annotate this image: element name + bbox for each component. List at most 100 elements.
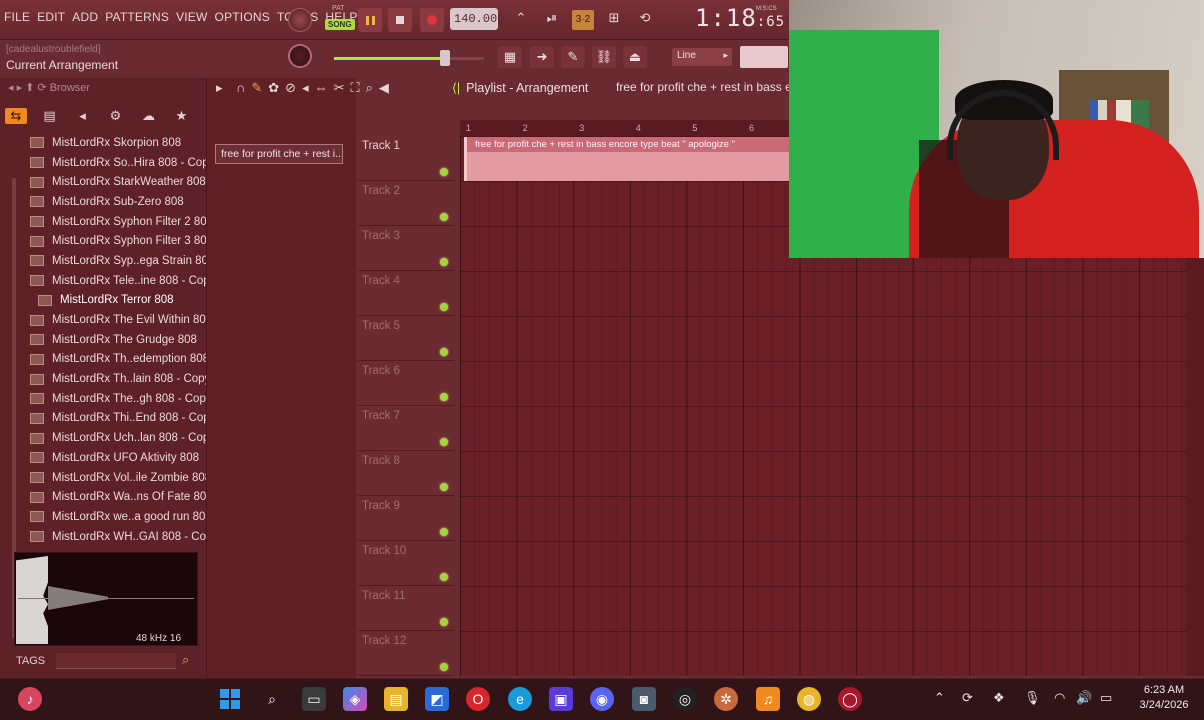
start-button[interactable] — [218, 687, 242, 711]
browser-plugin-icon[interactable]: ⚙ — [99, 108, 132, 124]
magnet-icon[interactable]: ∩ — [236, 80, 245, 96]
track-mute-led[interactable] — [440, 663, 448, 671]
browser-file-item[interactable]: MistLordRx The Grudge 808 — [26, 330, 202, 350]
browser-folder-icon[interactable]: ▤ — [33, 108, 66, 124]
brush-tool-button[interactable]: ✎ — [561, 46, 585, 68]
microphone-icon[interactable]: 🎙 — [1024, 690, 1041, 706]
browser-file-item[interactable]: MistLordRx Syphon Filter 3 808 — [26, 231, 213, 251]
menu-add[interactable]: ADD — [72, 10, 98, 24]
search-icon[interactable]: ⌕ — [260, 687, 284, 711]
track-mute-led[interactable] — [440, 528, 448, 536]
browser-file-item[interactable]: MistLordRx Tele..ine 808 - Copy — [26, 271, 215, 291]
menu-options[interactable]: OPTIONS — [215, 10, 270, 24]
browser-nav-icon[interactable]: ◂ ▸ ⬆ ⟳ — [8, 82, 50, 94]
playlist-menu-icon[interactable]: ▸ — [216, 80, 230, 96]
notification-app-icon[interactable]: ♪ — [18, 687, 42, 711]
track-mute-led[interactable] — [440, 168, 448, 176]
paint-tool-icon[interactable]: ✿ — [268, 80, 279, 96]
browser-file-item[interactable]: MistLordRx Vol..ile Zombie 808 — [26, 468, 211, 488]
battery-icon[interactable]: ▭ — [1100, 690, 1112, 706]
link-button[interactable]: ⛓ — [592, 46, 616, 68]
browser-collapse-icon[interactable]: ◂ — [66, 108, 99, 124]
track-mute-led[interactable] — [440, 393, 448, 401]
snap-select[interactable]: Line — [672, 48, 732, 66]
menu-view[interactable]: VIEW — [176, 10, 207, 24]
play-pause-button[interactable] — [358, 8, 382, 32]
browser-file-item[interactable]: MistLordRx So..Hira 808 - Copy — [26, 153, 214, 173]
loop-record-icon[interactable]: ⟲ — [634, 10, 656, 30]
track-header[interactable]: Track 7 — [358, 406, 454, 451]
browser-file-item[interactable]: MistLordRx Wa..ns Of Fate 808 — [26, 487, 213, 507]
chrome-icon[interactable]: ◍ — [797, 687, 821, 711]
browser-file-item[interactable]: MistLordRx Thi..End 808 - Copy — [26, 409, 215, 429]
tray-chevron-icon[interactable]: ⌃ — [934, 690, 945, 706]
browser-file-item[interactable]: MistLordRx The Evil Within 808 — [26, 310, 212, 330]
pattern-clip[interactable]: free for profit che + rest in bass encor… — [464, 137, 794, 181]
browser-file-item[interactable]: MistLordRx The..gh 808 - Copy — [26, 389, 212, 409]
track-mute-led[interactable] — [440, 303, 448, 311]
slice-tool-icon[interactable]: ✂ — [334, 80, 345, 96]
track-header[interactable]: Track 12 — [358, 631, 454, 676]
search-icon[interactable]: ⌕ — [182, 652, 189, 668]
stamp-button[interactable]: ⏏ — [623, 46, 647, 68]
browser-file-item[interactable]: MistLordRx Syp..ega Strain 808 — [26, 251, 214, 271]
delete-tool-icon[interactable]: ⊘ — [285, 80, 296, 96]
store-icon[interactable]: ◩ — [425, 687, 449, 711]
next-arrow-button[interactable]: ➜ — [530, 46, 554, 68]
pattern-selector[interactable] — [740, 46, 788, 68]
browser-file-item[interactable]: MistLordRx WH..GAI 808 - Copy — [26, 527, 218, 547]
track-mute-led[interactable] — [440, 213, 448, 221]
sync-icon[interactable]: ⟳ — [962, 690, 973, 706]
clipchamp-icon[interactable]: ▣ — [549, 687, 573, 711]
stop-button[interactable] — [388, 8, 412, 32]
discord-icon[interactable]: ◉ — [590, 687, 614, 711]
browser-file-item[interactable]: MistLordRx Uch..lan 808 - Copy — [26, 428, 215, 448]
fl-studio-icon[interactable]: ♫ — [756, 687, 780, 711]
wifi-icon[interactable]: ◠ — [1054, 690, 1065, 706]
step-edit-icon[interactable]: ⊞ — [603, 10, 625, 30]
app-icon[interactable]: ✲ — [714, 687, 738, 711]
metronome-icon[interactable]: ⌃ — [510, 10, 532, 30]
browser-file-item[interactable]: MistLordRx Th..lain 808 - Copy — [26, 369, 210, 389]
master-volume-handle[interactable] — [440, 50, 450, 66]
obs-icon[interactable]: ◎ — [673, 687, 697, 711]
browser-file-item[interactable]: MistLordRx Skorpion 808 — [26, 133, 202, 153]
track-header[interactable]: Track 1 — [358, 136, 454, 181]
track-header[interactable]: Track 8 — [358, 451, 454, 496]
browser-file-item[interactable]: MistLordRx Sub-Zero 808 — [26, 192, 202, 212]
track-header[interactable]: Track 2 — [358, 181, 454, 226]
track-mute-led[interactable] — [440, 438, 448, 446]
taskbar-clock[interactable]: 6:23 AM 3/24/2026 — [1134, 683, 1194, 713]
browser-file-item[interactable]: MistLordRx Syphon Filter 2 808 — [26, 212, 213, 232]
opera-icon[interactable]: O — [466, 687, 490, 711]
piano-roll-button[interactable]: ▦ — [498, 46, 522, 68]
track-mute-led[interactable] — [440, 483, 448, 491]
track-header[interactable]: Track 4 — [358, 271, 454, 316]
file-explorer-icon[interactable]: ▤ — [384, 687, 408, 711]
opera-gx-icon[interactable]: ◯ — [838, 687, 862, 711]
draw-tool-icon[interactable]: ✎ — [251, 80, 262, 96]
select-tool-icon[interactable]: ⛶ — [351, 80, 360, 96]
browser-file-item[interactable]: MistLordRx UFO Aktivity 808 — [26, 448, 202, 468]
copilot-icon[interactable]: ◈ — [343, 687, 367, 711]
master-volume-slider[interactable] — [334, 57, 484, 60]
master-pitch-knob[interactable] — [288, 8, 312, 32]
track-header[interactable]: Track 9 — [358, 496, 454, 541]
track-header[interactable]: Track 11 — [358, 586, 454, 631]
track-mute-led[interactable] — [440, 618, 448, 626]
browser-cloud-icon[interactable]: ☁ — [132, 108, 165, 124]
track-mute-led[interactable] — [440, 348, 448, 356]
browser-file-item[interactable]: MistLordRx Terror 808 — [26, 291, 202, 311]
track-header[interactable]: Track 5 — [358, 316, 454, 361]
browser-favorite-icon[interactable]: ★ — [165, 108, 198, 124]
menu-edit[interactable]: EDIT — [37, 10, 65, 24]
master-volume-knob[interactable] — [288, 44, 312, 68]
menu-patterns[interactable]: PATTERNS — [105, 10, 169, 24]
edge-icon[interactable]: e — [508, 687, 532, 711]
mute-tool-icon[interactable]: ◂ — [302, 80, 309, 96]
volume-icon[interactable]: 🔊 — [1076, 690, 1092, 706]
track-header[interactable]: Track 6 — [358, 361, 454, 406]
browser-file-item[interactable]: MistLordRx Th..edemption 808 — [26, 350, 209, 370]
track-header[interactable]: Track 10 — [358, 541, 454, 586]
slip-tool-icon[interactable]: ⇔ — [315, 80, 328, 96]
